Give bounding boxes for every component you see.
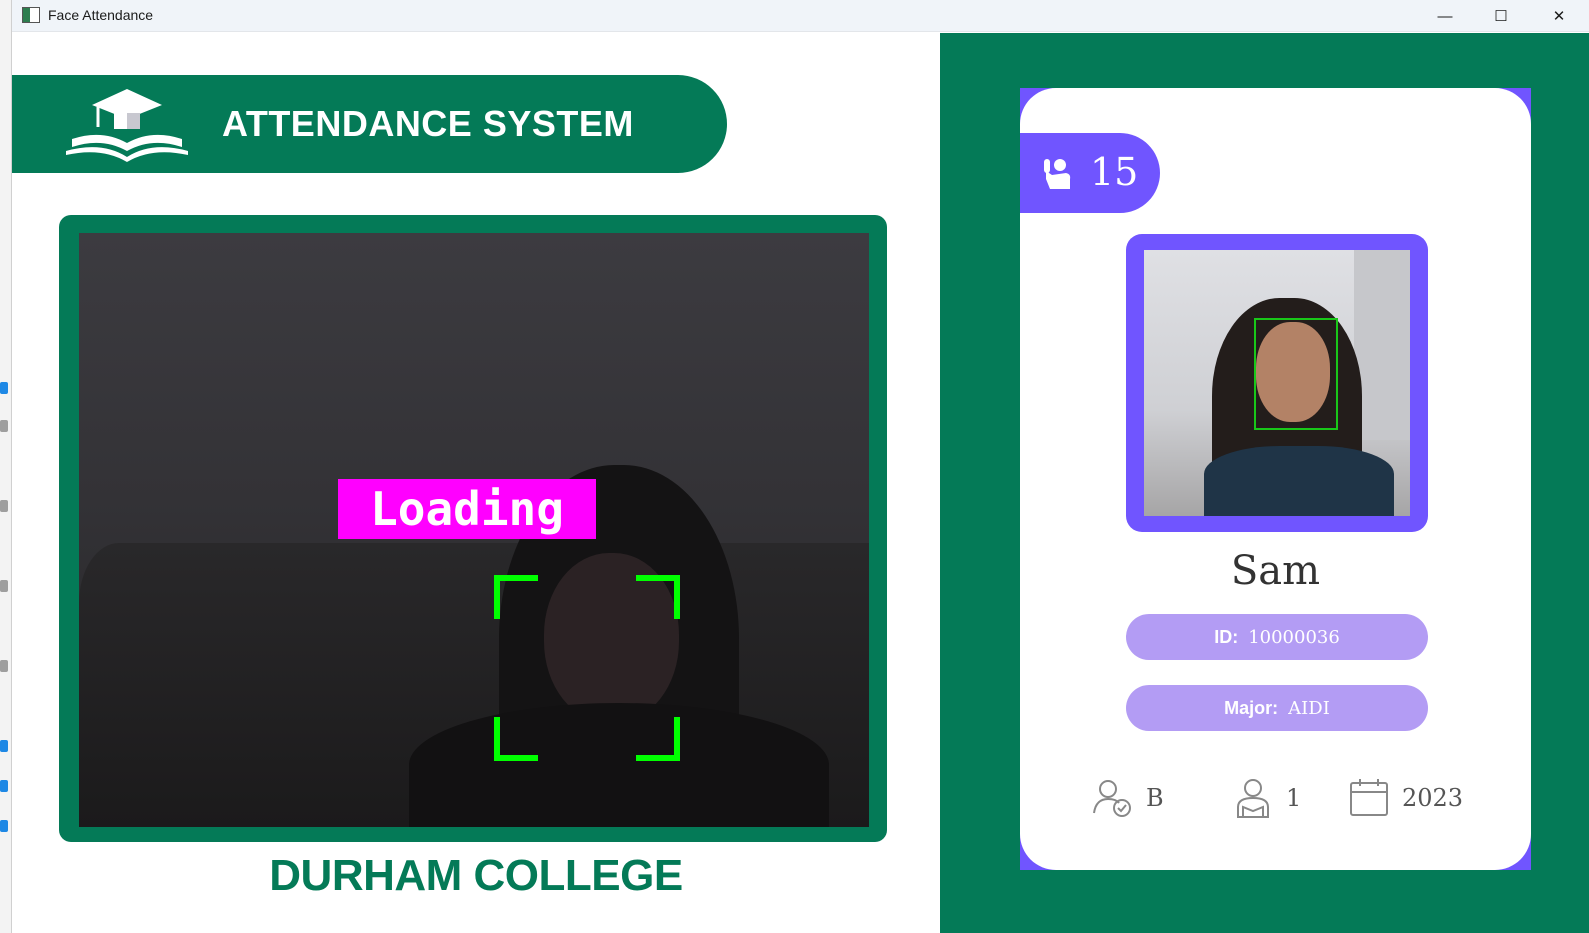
loading-status-label: Loading bbox=[338, 479, 596, 539]
desktop-marker bbox=[0, 780, 8, 792]
right-panel: 15 Sam ID: 10000036 Major: AIDI B 1 2023 bbox=[940, 33, 1589, 933]
user-check-icon bbox=[1093, 780, 1131, 817]
photo-wall bbox=[1354, 250, 1410, 440]
starting-year-value: 2023 bbox=[1402, 784, 1464, 812]
total-attendance-badge: 15 bbox=[1020, 133, 1160, 213]
desktop-marker bbox=[0, 740, 8, 752]
minimize-button[interactable]: — bbox=[1417, 0, 1473, 32]
header-title: ATTENDANCE SYSTEM bbox=[222, 103, 634, 144]
window-title: Face Attendance bbox=[48, 7, 154, 23]
graduation-cap-book-icon bbox=[66, 89, 188, 162]
student-photo bbox=[1144, 250, 1410, 516]
calendar-icon bbox=[1350, 779, 1388, 816]
webcam-person-body bbox=[409, 703, 829, 827]
year-stat: 1 bbox=[1232, 776, 1301, 820]
maximize-button[interactable]: ☐ bbox=[1473, 0, 1529, 32]
webcam-feed: Loading bbox=[79, 233, 869, 827]
left-panel: ATTENDANCE SYSTEM Loading DURHAM COLLEGE bbox=[12, 33, 940, 933]
face-bracket-top-left bbox=[494, 575, 538, 619]
student-major-label: Major: bbox=[1224, 697, 1279, 718]
desktop-marker bbox=[0, 500, 8, 512]
webcam-frame: Loading bbox=[59, 215, 887, 842]
starting-year-stat: 2023 bbox=[1348, 776, 1463, 820]
desktop-marker bbox=[0, 420, 8, 432]
photo-person-body bbox=[1204, 446, 1394, 516]
face-bracket-bottom-right bbox=[636, 717, 680, 761]
raised-hand-icon bbox=[1044, 159, 1071, 189]
desktop-marker bbox=[0, 580, 8, 592]
student-photo-frame bbox=[1126, 234, 1428, 532]
window-titlebar[interactable]: Face Attendance — ☐ ✕ bbox=[12, 0, 1589, 32]
header-banner: ATTENDANCE SYSTEM bbox=[12, 75, 727, 173]
student-major-pill: Major: AIDI bbox=[1126, 685, 1428, 731]
student-id-label: ID: bbox=[1214, 626, 1239, 647]
desktop-marker bbox=[0, 660, 8, 672]
student-name: Sam bbox=[1230, 548, 1321, 594]
student-major-value: AIDI bbox=[1288, 697, 1330, 719]
close-button[interactable]: ✕ bbox=[1531, 0, 1587, 32]
desktop-marker bbox=[0, 820, 8, 832]
student-icon bbox=[1237, 779, 1269, 818]
college-name: DURHAM COLLEGE bbox=[269, 851, 683, 900]
total-attendance-count: 15 bbox=[1090, 150, 1139, 194]
face-bracket-bottom-left bbox=[494, 717, 538, 761]
app-window-icon bbox=[22, 7, 40, 23]
standing-stat: B bbox=[1092, 776, 1164, 820]
face-detection-box bbox=[1254, 318, 1338, 430]
student-id-pill: ID: 10000036 bbox=[1126, 614, 1428, 660]
face-bracket-top-right bbox=[636, 575, 680, 619]
year-value: 1 bbox=[1286, 784, 1302, 812]
student-id-value: 10000036 bbox=[1248, 626, 1340, 648]
desktop-marker bbox=[0, 382, 8, 394]
standing-value: B bbox=[1146, 784, 1164, 812]
background-desktop-strip bbox=[0, 0, 12, 933]
student-info-card: 15 Sam ID: 10000036 Major: AIDI B 1 2023 bbox=[1020, 88, 1531, 870]
